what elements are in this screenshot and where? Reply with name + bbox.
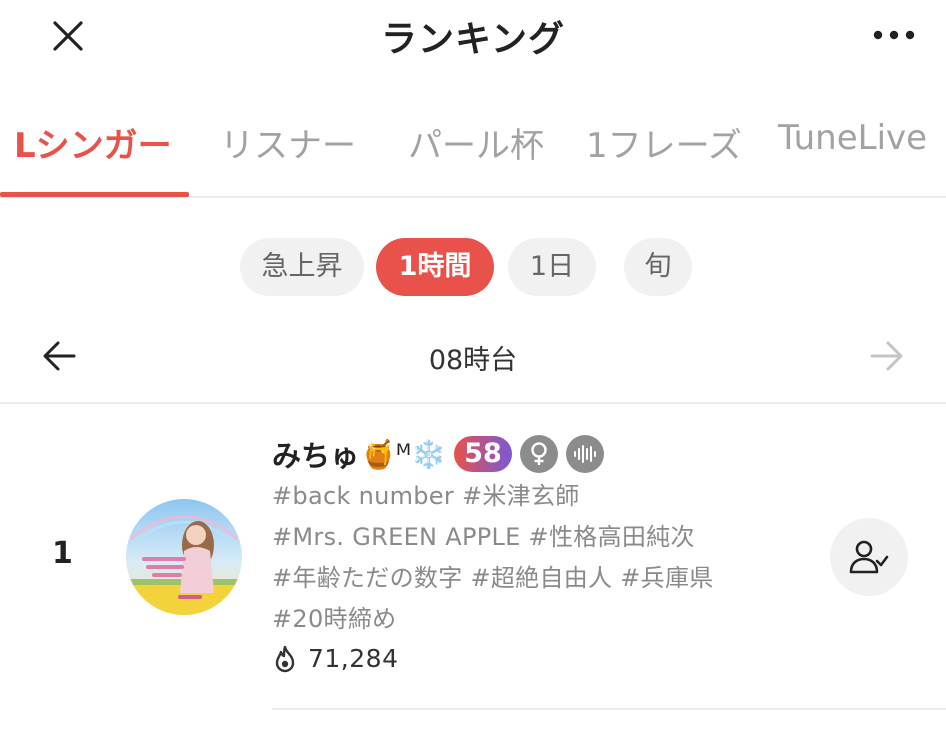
voice-wave-icon bbox=[565, 435, 604, 473]
tab-one-phrase[interactable]: 1フレーズ bbox=[586, 118, 742, 167]
period-trending-button[interactable]: 急上昇 bbox=[240, 238, 364, 296]
level-badge: 58 bbox=[453, 436, 512, 472]
hashtag-line: #Mrs. GREEN APPLE #性格高田純次 bbox=[272, 523, 695, 551]
user-name[interactable]: みちゅ bbox=[272, 433, 359, 475]
tab-tunelive[interactable]: TuneLive bbox=[778, 118, 927, 158]
period-selector: 急上昇 1時間 1日 旬 bbox=[0, 238, 946, 298]
arrow-right-icon[interactable] bbox=[864, 334, 908, 378]
top-bar: ランキング bbox=[0, 0, 946, 72]
score-value: 71,284 bbox=[308, 644, 399, 673]
more-horizontal-icon[interactable] bbox=[870, 20, 918, 50]
tab-listener[interactable]: リスナー bbox=[220, 118, 356, 167]
period-recent-button[interactable]: 旬 bbox=[624, 238, 692, 296]
tab-pearl-cup[interactable]: パール杯 bbox=[408, 118, 544, 167]
follow-button[interactable] bbox=[830, 518, 908, 596]
page-title: ランキング bbox=[381, 19, 565, 60]
rank-number: 1 bbox=[52, 536, 73, 571]
flame-icon bbox=[275, 645, 295, 672]
ranking-category-tabs: Lシンガー リスナー パール杯 1フレーズ TuneLive bbox=[0, 100, 946, 198]
hashtag-list: #back number #米津玄師 #Mrs. GREEN APPLE #性格… bbox=[272, 476, 792, 640]
user-name-row: みちゅ 🍯ᴹ❄️ 58 bbox=[272, 434, 604, 474]
hour-label: 08時台 bbox=[428, 345, 518, 376]
hashtag-line: #年齢ただの数字 #超絶自由人 #兵庫県 bbox=[272, 564, 714, 592]
name-emoji-decoration: 🍯ᴹ❄️ bbox=[361, 437, 446, 471]
female-icon bbox=[519, 435, 558, 473]
active-tab-indicator bbox=[0, 192, 189, 197]
ranking-row[interactable]: 1 みちゅ 🍯ᴹ❄️ 58 #back number #米津玄師 #Mrs. G… bbox=[0, 404, 946, 732]
row-divider bbox=[272, 708, 946, 710]
score-row: 71,284 bbox=[272, 644, 398, 673]
followed-user-icon bbox=[849, 540, 889, 574]
avatar[interactable] bbox=[126, 499, 242, 615]
period-1hour-button[interactable]: 1時間 bbox=[376, 238, 494, 296]
hashtag-line: #20時締め bbox=[272, 605, 397, 633]
tab-l-singer[interactable]: Lシンガー bbox=[14, 118, 172, 167]
period-1day-button[interactable]: 1日 bbox=[508, 238, 596, 296]
hour-navigation: 08時台 bbox=[0, 326, 946, 386]
hashtag-line: #back number #米津玄師 bbox=[272, 482, 580, 510]
